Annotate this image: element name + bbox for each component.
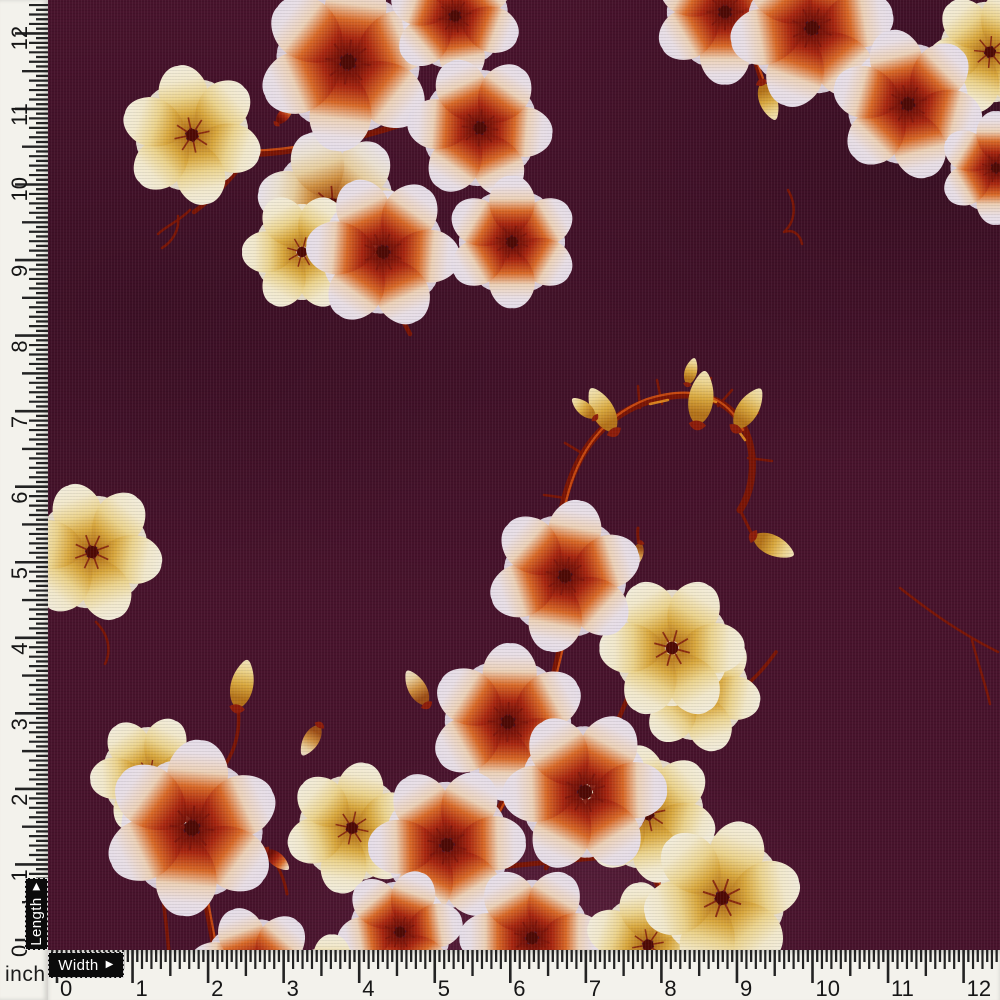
ruler-number: 11 xyxy=(7,103,32,126)
unit-label: inch xyxy=(5,963,48,987)
width-badge: Width ▶ xyxy=(48,952,124,978)
ruler-number: 0 xyxy=(60,976,72,1000)
width-badge-label: Width xyxy=(58,957,98,974)
fabric-measurement-photo: 0123456789101112 0123456789101112 inch L… xyxy=(0,0,1000,1000)
ruler-number: 4 xyxy=(362,976,374,1000)
width-arrow-icon: ▶ xyxy=(106,960,114,970)
ruler-number: 2 xyxy=(7,794,32,806)
ruler-number: 12 xyxy=(967,976,991,1000)
flower-cluster-top-left xyxy=(106,0,604,356)
ruler-number: 7 xyxy=(7,416,32,428)
ruler-number: 5 xyxy=(7,567,32,579)
length-arrow-icon: ▶ xyxy=(32,882,42,890)
ruler-number: 9 xyxy=(740,976,752,1000)
ruler-left-svg: 0123456789101112 xyxy=(0,0,48,1000)
flower-cluster-top-right xyxy=(650,0,1000,247)
ruler-number: 7 xyxy=(589,976,601,1000)
ruler-number: 6 xyxy=(513,976,525,1000)
ruler-number: 2 xyxy=(211,976,223,1000)
ruler-number: 12 xyxy=(7,26,32,50)
ruler-number: 6 xyxy=(7,491,32,503)
ruler-left: 0123456789101112 xyxy=(0,0,48,1000)
flower-left-middle xyxy=(48,460,185,643)
ruler-number: 1 xyxy=(136,976,148,1000)
floral-print-svg xyxy=(48,0,1000,950)
ruler-bottom: 0123456789101112 xyxy=(48,950,1000,1000)
ruler-number: 11 xyxy=(891,976,914,1000)
ruler-number: 4 xyxy=(7,643,32,655)
fabric-swatch xyxy=(48,0,1000,950)
ruler-number: 9 xyxy=(7,265,32,277)
ruler-number: 10 xyxy=(816,976,840,1000)
ruler-number: 8 xyxy=(664,976,676,1000)
ruler-number: 8 xyxy=(7,340,32,352)
length-badge: Length ▶ xyxy=(25,878,48,950)
length-badge-label: Length xyxy=(28,897,45,945)
ruler-bottom-svg: 0123456789101112 xyxy=(48,950,1000,1000)
ruler-number: 10 xyxy=(7,177,32,201)
ruler-number: 3 xyxy=(7,718,32,730)
ruler-number: 5 xyxy=(438,976,450,1000)
ruler-number: 3 xyxy=(287,976,299,1000)
